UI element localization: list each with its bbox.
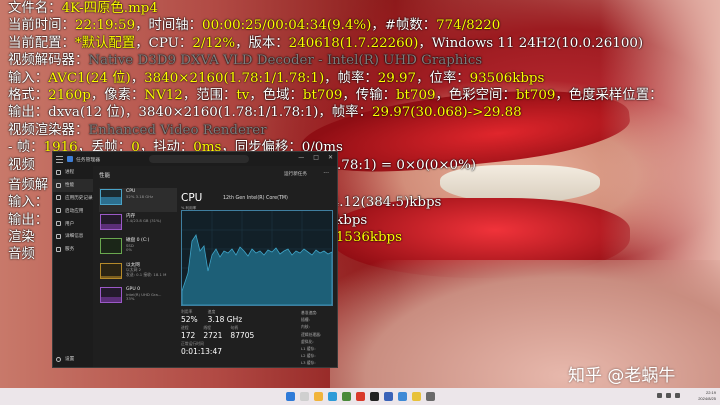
close-icon[interactable]: ✕: [328, 154, 333, 161]
cpu-heading: CPU: [181, 192, 203, 204]
thumb-fill: [101, 224, 121, 229]
nav-services[interactable]: 服务: [53, 243, 93, 256]
services-icon: [56, 246, 61, 252]
window-controls: — □ ✕: [298, 154, 333, 161]
nav-details[interactable]: 详细信息: [53, 230, 93, 243]
utilization-value: 52%: [181, 315, 198, 324]
menu-icon[interactable]: [56, 155, 63, 163]
app-icon[interactable]: [383, 392, 393, 401]
osd-config-row: 当前配置：*默认配置，CPU：2/12%，版本：240618(1.7.22260…: [8, 35, 644, 51]
nav-settings[interactable]: 设置: [56, 356, 74, 362]
performance-icon: [56, 182, 61, 188]
osd-format-row: 格式：2160p，像素：NV12，范围：tv，色域：bt709，传输：bt709…: [8, 87, 663, 103]
minimize-icon[interactable]: —: [298, 154, 304, 161]
startup-icon: [56, 208, 61, 214]
edge-icon[interactable]: [327, 392, 337, 401]
pane-title: 性能: [99, 173, 111, 179]
memory-thumb-graph: [100, 213, 122, 230]
network-icon: [657, 393, 662, 398]
users-icon: [56, 221, 61, 227]
player-icon[interactable]: [411, 392, 421, 401]
osd-time-row: 当前时间：22:19:59，时间轴：00:00:25/00:04:34(9.4%…: [8, 18, 501, 34]
device-list: CPU 52% 3.18 GHz 内存 7.4/23.8 GB (31%) 磁盘 0…: [99, 188, 177, 311]
more-options-icon[interactable]: ···: [323, 170, 329, 177]
device-disk[interactable]: 磁盘 0 (C:) SSD 0%: [99, 237, 177, 261]
sidebar-nav: 进程 性能 应用历史记录 启动应用 用户 详细信息 服务 设置: [53, 166, 93, 367]
thumb-fill: [101, 276, 121, 278]
app-icon[interactable]: [355, 392, 365, 401]
device-gpu[interactable]: GPU 0 Intel(R) UHD Gra... 33%: [99, 286, 177, 310]
search-icon[interactable]: [299, 392, 309, 401]
speed-value: 3.18 GHz: [207, 315, 243, 324]
nav-users[interactable]: 用户: [53, 217, 93, 230]
nav-app-history[interactable]: 应用历史记录: [53, 192, 93, 205]
osd-renderer-row: 视频渲染器：Enhanced Video Renderer: [8, 122, 267, 138]
osd-output-row: 输出：dxva(12 位)，3840×2160(1.78:1/1.78:1)，帧…: [8, 105, 522, 121]
store-icon[interactable]: [341, 392, 351, 401]
maximize-icon[interactable]: □: [313, 154, 319, 161]
file-explorer-icon[interactable]: [313, 392, 323, 401]
thread-count: 2721: [203, 331, 223, 340]
ethernet-thumb-graph: [100, 262, 122, 279]
history-icon: [56, 195, 61, 201]
device-cpu[interactable]: CPU 52% 3.18 GHz: [99, 188, 177, 212]
nav-performance[interactable]: 性能: [53, 178, 93, 192]
process-count: 172: [181, 331, 196, 340]
device-ethernet[interactable]: 以太网 以太网 2 发送: 0.1 接收: 18.1 M: [99, 262, 177, 286]
gpu-thumb-graph: [100, 287, 122, 303]
system-tray[interactable]: [657, 393, 680, 398]
start-icon[interactable]: [285, 392, 295, 401]
window-title: 任务管理器: [76, 157, 100, 163]
taskbar: 22:19 2024/8/25: [0, 388, 720, 405]
task-manager-taskbar-icon[interactable]: [397, 392, 407, 401]
battery-icon: [675, 393, 680, 398]
cpu-thumb-graph: [100, 189, 122, 205]
device-memory[interactable]: 内存 7.4/23.8 GB (31%): [99, 213, 177, 237]
cpu-utilization-graph: [181, 210, 333, 306]
thumb-fill: [101, 297, 121, 302]
title-bar[interactable]: 任务管理器 — □ ✕: [53, 152, 337, 166]
cpu-model-name: 12th Gen Intel(R) Core(TM): [223, 196, 288, 201]
thumb-fill: [101, 196, 121, 204]
osd-filename-row: 文件名：4K-四原色.mp4: [8, 1, 158, 16]
cpu-graph-svg: [181, 211, 333, 306]
cpu-spec-list: 基准速度: 插槽: 内核: 逻辑处理器: 虚拟化: L1 缓存: L2 缓存: …: [301, 310, 322, 366]
performance-pane: 性能 运行新任务 ··· CPU 52% 3.18 GHz 内存 7.4/23.8 …: [93, 166, 337, 367]
disk-thumb-graph: [100, 238, 122, 254]
nav-processes[interactable]: 进程: [53, 166, 93, 179]
volume-icon: [666, 393, 671, 398]
run-new-task-button[interactable]: 运行新任务: [284, 171, 307, 177]
processes-icon: [56, 169, 61, 175]
zhihu-watermark: 知乎 @老蜗牛: [568, 366, 676, 386]
task-manager-icon: [67, 156, 73, 162]
app-icon[interactable]: [425, 392, 435, 401]
osd-decoder-row: 视频解码器：Native D3D9 DXVA VLD Decoder - Int…: [8, 53, 483, 69]
gear-icon: [56, 356, 61, 362]
clock[interactable]: 22:19 2024/8/25: [698, 390, 716, 401]
handle-count: 87705: [230, 331, 255, 340]
task-manager-window[interactable]: 任务管理器 — □ ✕ 进程 性能 应用历史记录 启动应用 用户 详细信息 服务…: [52, 151, 338, 368]
details-icon: [56, 233, 61, 239]
osd-input-row: 输入：AVC1(24 位)，3840×2160(1.78:1/1.78:1)，帧…: [8, 70, 545, 86]
nav-startup-apps[interactable]: 启动应用: [53, 204, 93, 217]
terminal-icon[interactable]: [369, 392, 379, 401]
search-input[interactable]: [149, 155, 249, 163]
